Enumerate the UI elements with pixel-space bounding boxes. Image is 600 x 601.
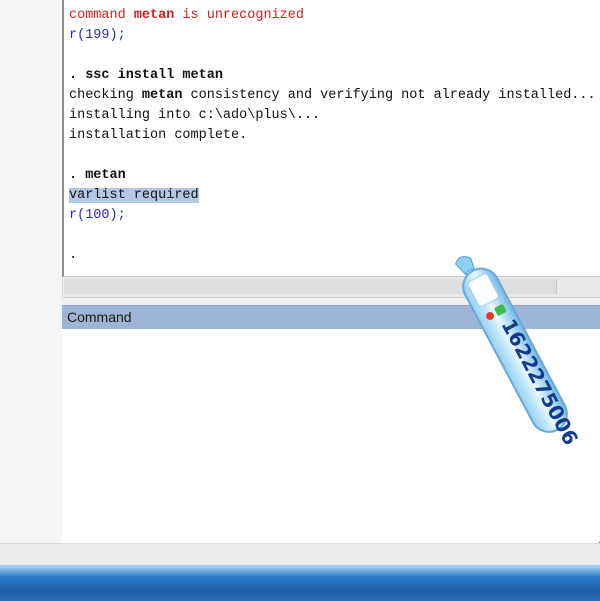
result-line: r(199); [69, 26, 596, 46]
taskbar[interactable] [0, 565, 600, 601]
result-text: . [69, 248, 78, 263]
result-text: is unrecognized [174, 8, 304, 23]
result-text: metan [133, 8, 175, 23]
status-bar [0, 543, 600, 566]
result-text: . ssc install metan [69, 68, 223, 83]
result-line: r(100); [69, 206, 596, 226]
results-window[interactable]: command metan is unrecognized r(199); . ss… [62, 0, 600, 277]
result-text: . metan [69, 168, 126, 183]
result-line: . [69, 246, 596, 266]
result-text: checking [69, 88, 142, 103]
result-line: . ssc install metan [69, 66, 596, 86]
result-text: installing into c:\ado\plus\... [69, 108, 321, 123]
result-line: checking metan consistency and verifying… [69, 86, 596, 106]
command-pane-title: Command [67, 309, 132, 325]
result-text: command [69, 8, 134, 23]
result-line: installing into c:\ado\plus\... [69, 106, 596, 126]
scrollbar-thumb[interactable] [64, 279, 557, 294]
command-pane-header: Command [62, 305, 600, 329]
result-line: installation complete. [69, 126, 596, 146]
result-text: installation complete. [69, 128, 248, 143]
result-text: r(100); [69, 208, 126, 223]
result-text: r(199); [69, 28, 126, 43]
result-line: . metan [69, 166, 596, 186]
result-line [69, 226, 596, 246]
result-text: consistency and verifying not already in… [182, 88, 596, 103]
pane-splitter[interactable] [62, 298, 600, 305]
taskbar-shine [0, 566, 600, 576]
result-line [69, 46, 596, 66]
result-text: metan [141, 88, 183, 103]
results-output: command metan is unrecognized r(199); . ss… [69, 6, 596, 266]
result-text: varlist required [69, 188, 199, 203]
result-line: command metan is unrecognized [69, 6, 596, 26]
result-line [69, 146, 596, 166]
results-horizontal-scrollbar[interactable] [64, 277, 600, 298]
left-panel-edge [0, 0, 63, 543]
result-line: varlist required [69, 186, 596, 206]
command-input[interactable] [62, 329, 600, 547]
